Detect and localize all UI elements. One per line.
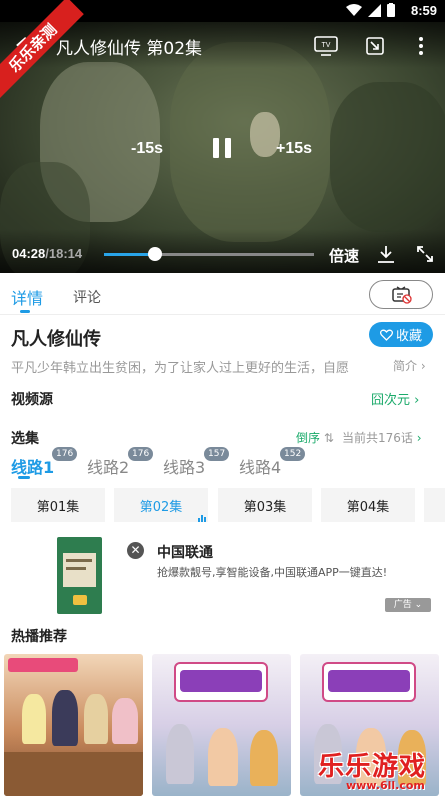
status-icons xyxy=(346,3,395,17)
line-badge-2: 176 xyxy=(128,447,154,461)
line-tab-2[interactable]: 线路2 xyxy=(87,454,129,478)
hot-section-title: 热播推荐 xyxy=(11,629,67,645)
sort-label: 倒序 xyxy=(296,431,321,445)
tv-cast-icon[interactable]: TV xyxy=(314,36,338,56)
chevron-right-icon: › xyxy=(414,393,420,408)
episode-count: 当前共176话 xyxy=(342,431,413,445)
svg-text:TV: TV xyxy=(322,42,331,49)
sort-icon: ⇅ xyxy=(323,431,334,445)
chevron-down-icon: ⌄ xyxy=(414,600,423,610)
episodes-label: 选集 xyxy=(11,431,39,447)
watermark-url: www.6ll.com xyxy=(346,779,425,792)
clock: 8:59 xyxy=(410,3,437,18)
tab-details[interactable]: 详情 xyxy=(11,285,43,309)
picture-in-picture-icon[interactable] xyxy=(366,37,384,55)
collect-label: 收藏 xyxy=(395,329,422,344)
source-selector[interactable]: 囧次元 › xyxy=(371,389,419,408)
danmaku-toggle-button[interactable] xyxy=(369,280,433,309)
progress-track[interactable] xyxy=(104,253,314,256)
ad-tag[interactable]: 广告 ⌄ xyxy=(385,598,431,612)
episode-button-partial[interactable] xyxy=(424,488,445,522)
tab-indicator xyxy=(20,310,30,313)
ad-image[interactable] xyxy=(57,537,102,614)
ad-title: 中国联通 xyxy=(157,545,213,561)
download-icon[interactable] xyxy=(377,245,395,263)
line-badge-3: 157 xyxy=(204,447,230,461)
wifi-icon xyxy=(346,3,362,16)
total-time: /18:14 xyxy=(45,246,83,261)
line-tab-3[interactable]: 线路3 xyxy=(163,454,205,478)
pause-icon[interactable] xyxy=(210,136,234,160)
line-badge-1: 176 xyxy=(52,447,78,461)
show-title: 凡人修仙传 xyxy=(11,329,101,350)
divider xyxy=(0,314,445,315)
episode-button-3[interactable]: 第03集 xyxy=(218,488,312,522)
fullscreen-icon[interactable] xyxy=(416,245,434,263)
recommendation-card[interactable] xyxy=(4,654,143,796)
playback-time: 04:28/18:14 xyxy=(12,246,82,261)
watermark-brand: 乐乐游戏 xyxy=(318,752,427,782)
line-badge-4: 152 xyxy=(280,447,306,461)
episode-button-4[interactable]: 第04集 xyxy=(321,488,415,522)
signal-icon xyxy=(368,3,381,17)
chevron-right-icon: › xyxy=(416,431,422,445)
battery-icon xyxy=(387,3,395,17)
forward-15-button[interactable]: +15s xyxy=(276,140,312,158)
ad-close-button[interactable]: ✕ xyxy=(127,542,144,559)
ad-description: 抢爆款靓号,享智能设备,中国联通APP一键直达! xyxy=(157,566,388,579)
close-icon: ✕ xyxy=(130,543,141,557)
episode-button-1[interactable]: 第01集 xyxy=(11,488,105,522)
sort-toggle[interactable]: 倒序 ⇅ xyxy=(296,429,334,446)
more-vertical-icon[interactable] xyxy=(418,36,424,56)
collect-button[interactable]: 收藏 xyxy=(369,322,433,347)
synopsis-text: 平凡少年韩立出生贫困，为了让家人过上更好的生活，自愿 xyxy=(11,361,350,376)
rewind-15-button[interactable]: -15s xyxy=(131,140,163,158)
playing-indicator-icon xyxy=(198,515,206,522)
episode-button-2[interactable]: 第02集 xyxy=(114,488,208,522)
synopsis-more-link[interactable]: 简介 › xyxy=(393,357,426,374)
danmaku-icon xyxy=(392,286,412,304)
current-time: 04:28 xyxy=(12,246,46,261)
ad-tag-label: 广告 xyxy=(393,600,412,610)
line-tab-4[interactable]: 线路4 xyxy=(239,454,281,478)
episode-count-link[interactable]: 当前共176话 › xyxy=(342,429,422,446)
speed-button[interactable]: 倍速 xyxy=(329,245,359,266)
video-player[interactable]: 凡人修仙传 第02集 TV -15s +15s 04:28/18:14 倍速 xyxy=(0,22,445,273)
source-value: 囧次元 xyxy=(371,393,411,408)
source-label: 视频源 xyxy=(11,392,53,408)
line-tab-indicator xyxy=(18,476,30,479)
player-title: 凡人修仙传 第02集 xyxy=(56,39,203,59)
recommendation-card[interactable] xyxy=(152,654,291,796)
chevron-right-icon: › xyxy=(420,359,426,373)
line-tab-1[interactable]: 线路1 xyxy=(11,454,54,478)
heart-icon xyxy=(379,329,393,341)
tab-comments[interactable]: 评论 xyxy=(73,287,101,307)
synopsis-more-label: 简介 xyxy=(393,359,418,373)
